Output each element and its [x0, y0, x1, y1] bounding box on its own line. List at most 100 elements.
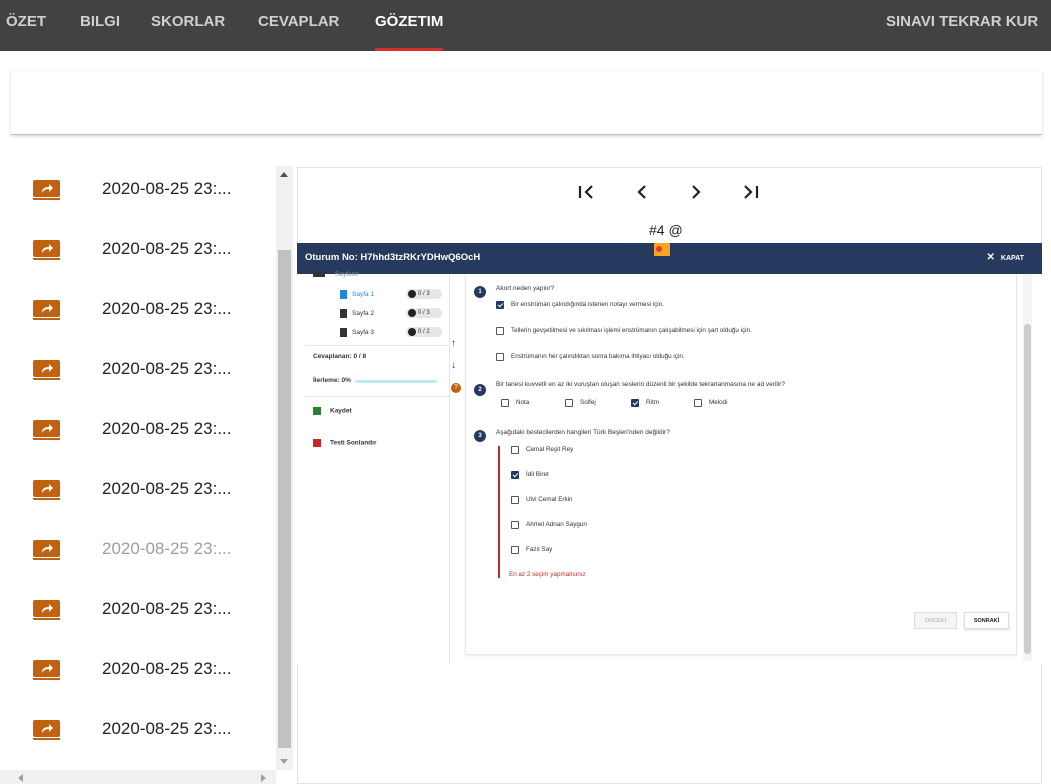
snapshot-time: 2020-08-25 23:... — [102, 479, 232, 498]
save-icon — [313, 407, 321, 415]
tab-skorlar[interactable]: SKORLAR — [151, 0, 225, 51]
scroll-right-icon[interactable] — [261, 774, 266, 782]
page-row-3: Sayfa 3 0 / 2 — [340, 327, 442, 338]
option-label: Tellerin gevşetilmesi ve sıkılması işlem… — [511, 327, 752, 334]
snapshot-time: 2020-08-25 23:... — [102, 719, 232, 738]
option-checkbox — [631, 399, 639, 407]
snapshot-time: 2020-08-25 23:... — [102, 299, 232, 318]
list-horizontal-scrollbar[interactable] — [0, 770, 276, 784]
tab-cevaplar[interactable]: CEVAPLAR — [258, 0, 339, 51]
finish-label: Testi Sonlandır — [330, 439, 377, 447]
snapshot-row[interactable]: 2020-08-25 23:... — [0, 270, 272, 330]
snapshot-time: 2020-08-25 23:... — [102, 599, 232, 618]
close-label: KAPAT — [1000, 255, 1024, 262]
page-progress-pill: 0 / 3 — [406, 308, 442, 318]
save-label: Kaydet — [330, 407, 352, 415]
option-label: Ulvi Cemal Erkin — [526, 496, 573, 503]
snapshot-row[interactable]: 2020-08-25 23:... — [0, 150, 272, 210]
session-close-button: ✕ KAPAT — [987, 252, 1024, 263]
retake-exam-button[interactable]: SINAVI TEKRAR KUR — [886, 0, 1038, 51]
page-row-2: Sayfa 2 0 / 3 — [340, 308, 442, 319]
page-label: Sayfa 1 — [352, 291, 375, 299]
next-button: SONRAKİ — [964, 612, 1009, 629]
option-checkbox — [496, 353, 504, 361]
list-vertical-scrollbar[interactable] — [276, 166, 293, 770]
option-label: Fazıl Say — [526, 546, 553, 553]
snapshot-row[interactable]: 2020-08-25 23:... — [0, 630, 272, 690]
page-label: Sayfa 3 — [352, 329, 375, 337]
page-progress-pill: 0 / 2 — [406, 327, 442, 337]
option-label: İdil Biret — [526, 471, 549, 478]
option-label: Enstrümanın her çalındıktan sonra bakıma… — [511, 353, 685, 360]
snapshot-time: 2020-08-25 23:... — [102, 539, 232, 558]
share-arrow-icon[interactable] — [33, 420, 60, 440]
session-title: Oturum No: H7hhd3tzRKrYDHwQ6OcH — [305, 252, 481, 263]
previous-button: ÖNCEKİ — [914, 612, 957, 629]
option-checkbox — [496, 327, 504, 335]
help-icon: ? — [451, 383, 461, 393]
page-progress: 0 / 2 — [418, 329, 430, 335]
error-message: En az 2 seçim yapmalısınız — [509, 571, 586, 578]
snapshot-row[interactable]: 2020-08-25 23:... — [0, 330, 272, 390]
save-action: Kaydet — [313, 407, 352, 415]
snapshot-time: 2020-08-25 23:... — [102, 419, 232, 438]
snapshot-time: 2020-08-25 23:... — [102, 179, 232, 198]
question-text: Bir tanesi kuvvetli en az iki vuruştan o… — [496, 381, 786, 388]
scroll-thumb[interactable] — [278, 250, 291, 748]
tab-ozet[interactable]: ÖZET — [6, 0, 46, 51]
prev-icon[interactable] — [630, 180, 654, 204]
exit-icon — [313, 439, 321, 447]
share-arrow-icon[interactable] — [33, 660, 60, 680]
snapshot-row[interactable]: 2020-08-25 23:... — [0, 210, 272, 270]
next-icon[interactable] — [684, 180, 708, 204]
option-checkbox — [511, 496, 519, 504]
share-arrow-icon[interactable] — [33, 480, 60, 500]
share-arrow-icon[interactable] — [33, 300, 60, 320]
question-number: 3 — [474, 430, 486, 442]
snapshot-row[interactable]: 2020-08-25 23:... — [0, 690, 272, 750]
arrow-down-icon: ↓ — [451, 360, 456, 371]
last-page-icon[interactable] — [738, 180, 762, 204]
share-arrow-icon[interactable] — [33, 360, 60, 380]
option-checkbox — [496, 301, 504, 309]
snapshot-row[interactable]: 2020-08-25 23:... — [0, 450, 272, 510]
page-progress: 0 / 3 — [418, 291, 430, 297]
share-arrow-icon[interactable] — [33, 600, 60, 620]
file-icon — [340, 328, 347, 337]
option-label: Ritm — [646, 399, 659, 406]
recording-badge-icon — [654, 243, 670, 256]
question-number: 2 — [474, 384, 486, 396]
scroll-left-icon[interactable] — [18, 774, 23, 782]
snapshot-row[interactable]: 2020-08-25 23:... — [0, 570, 272, 630]
option-label: Melodi — [709, 399, 728, 406]
option-checkbox — [511, 546, 519, 554]
pages-heading: Sayfalar — [313, 271, 359, 278]
option-label: Cemal Reşit Rey — [526, 446, 574, 453]
scroll-down-icon[interactable] — [280, 759, 288, 764]
finish-test-action: Testi Sonlandır — [313, 439, 376, 447]
question-text: Akort neden yapılır? — [496, 285, 555, 292]
page-row-1: Sayfa 1 0 / 3 — [340, 289, 442, 300]
snapshot-row[interactable]: 2020-08-25 23:... — [0, 390, 272, 450]
option-label: Solfej — [580, 399, 596, 406]
tab-gozetim[interactable]: GÖZETIM — [375, 0, 444, 51]
share-arrow-icon[interactable] — [33, 240, 60, 260]
page-progress: 0 / 3 — [418, 310, 430, 316]
session-header: Oturum No: H7hhd3tzRKrYDHwQ6OcH ✕ KAPAT — [297, 243, 1042, 274]
page-label: Sayfa 2 — [352, 310, 375, 318]
option-label: Nota — [516, 399, 530, 406]
summary-card — [11, 71, 1042, 135]
progress-bar — [355, 380, 437, 383]
share-arrow-icon[interactable] — [33, 540, 60, 560]
share-arrow-icon[interactable] — [33, 720, 60, 740]
first-page-icon[interactable] — [575, 180, 599, 204]
tab-bilgi[interactable]: BILGI — [80, 0, 120, 51]
close-icon: ✕ — [986, 252, 995, 263]
snapshot-row[interactable]: 2020-08-25 23:... — [0, 510, 272, 570]
session-sidebar: Sayfalar Sayfa 1 0 / 3 Sayfa 2 0 / 3 Sayfa… — [305, 271, 450, 664]
option-label: Bir enstrüman çalındığında istenen notay… — [511, 301, 664, 308]
share-arrow-icon[interactable] — [33, 180, 60, 200]
option-checkbox — [511, 471, 519, 479]
scroll-up-icon[interactable] — [280, 172, 288, 177]
option-checkbox — [565, 399, 573, 407]
